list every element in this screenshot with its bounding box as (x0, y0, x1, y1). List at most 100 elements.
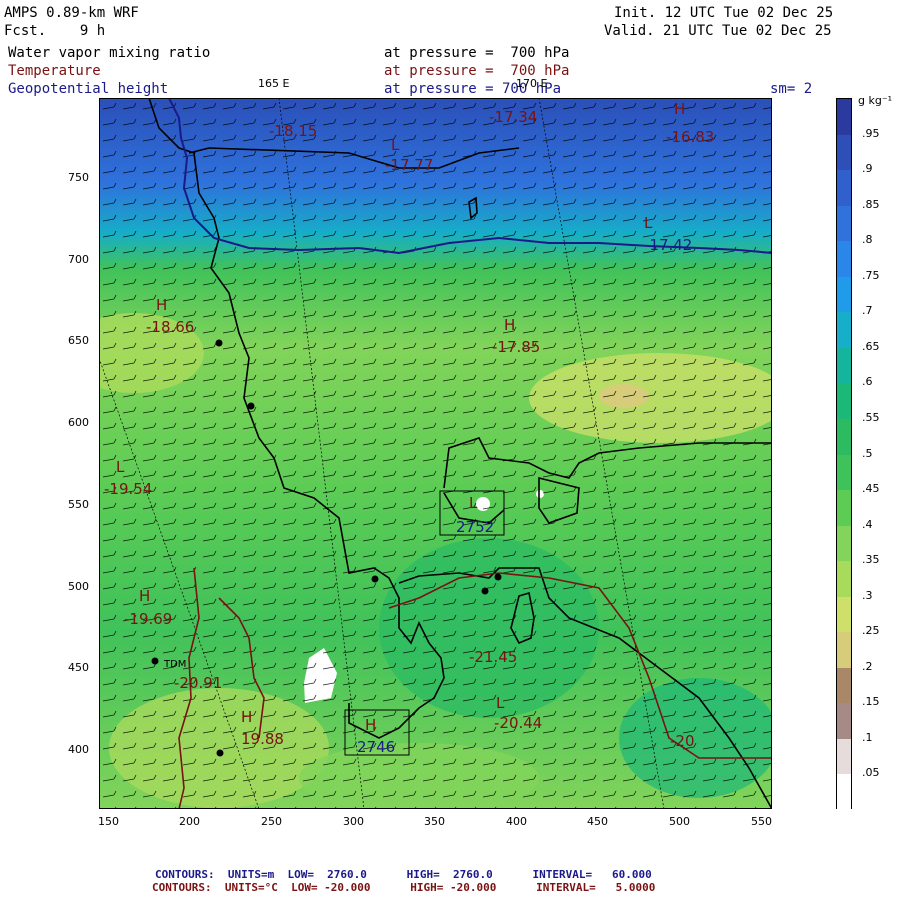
colorbar-swatch (837, 418, 851, 455)
y-tick: 750 (68, 171, 89, 184)
label-16: 2752 (456, 518, 494, 536)
colorbar-label: .6 (862, 375, 873, 389)
label-1: -18.15 (269, 122, 317, 140)
y-tick: 600 (68, 416, 89, 429)
colorbar-label: .2 (862, 659, 873, 673)
x-tick: 500 (669, 815, 690, 828)
station-dot (151, 657, 159, 665)
colorbar-swatch (837, 241, 851, 278)
colorbar-label: .65 (862, 339, 880, 353)
label-6: -16.83 (666, 128, 714, 146)
label-3: -17.77 (385, 156, 433, 174)
y-tick: 500 (68, 580, 89, 593)
label-5: H (674, 100, 685, 118)
field-1-name: Water vapor mixing ratio (8, 45, 211, 61)
y-tick: 450 (68, 661, 89, 674)
x-tick: 300 (343, 815, 364, 828)
colorbar-swatch (837, 738, 851, 775)
x-tick: 450 (587, 815, 608, 828)
colorbar-swatch (837, 596, 851, 633)
colorbar-swatch (837, 774, 851, 811)
colorbar-label: .9 (862, 162, 873, 176)
fcst-label: Fcst. (4, 23, 47, 39)
colorbar-swatch (837, 170, 851, 207)
colorbar-swatch (837, 703, 851, 740)
colorbar-label: .55 (862, 410, 880, 424)
colorbar-swatch (837, 134, 851, 171)
label-12: -17.85 (492, 338, 540, 356)
label-24: H (365, 716, 376, 734)
label-20: -20.91 (174, 674, 222, 692)
colorbar-swatch (837, 561, 851, 598)
x-tick: 400 (506, 815, 527, 828)
colorbar-label: .35 (862, 553, 880, 567)
station-dot (371, 575, 379, 583)
label-10: -18.66 (146, 318, 194, 336)
colorbar-swatch (837, 383, 851, 420)
y-tick: 650 (68, 334, 89, 347)
label-13: L (116, 458, 125, 476)
label-22: H (241, 708, 252, 726)
colorbar-label: .95 (862, 126, 880, 140)
station-dot (481, 587, 489, 595)
colorbar-label: .15 (862, 695, 880, 709)
label-15: L (469, 494, 478, 512)
y-tick: 550 (68, 498, 89, 511)
y-tick: 700 (68, 253, 89, 266)
colorbar-label: .75 (862, 268, 880, 282)
x-tick: 350 (424, 815, 445, 828)
smoothing-label: sm= 2 (770, 81, 813, 97)
colorbar-label: .8 (862, 233, 873, 247)
label-8: -17.42 (644, 236, 692, 254)
label-26: L (496, 694, 505, 712)
colorbar-label: .45 (862, 482, 880, 496)
valid-time: Valid. 21 UTC Tue 02 Dec 25 (604, 23, 832, 39)
station-dot (247, 402, 255, 410)
label-19: TDM (163, 659, 186, 670)
label-9: H (156, 296, 167, 314)
colorbar-units: g kg⁻¹ (858, 94, 893, 107)
map-panel: -18.15 L -17.77 -17.34 H -16.83 L -17.42… (99, 98, 772, 809)
lon-label-165e: 165 E (258, 77, 290, 90)
forecast-label: Fcst. 9 h (4, 22, 105, 40)
label-21: -21.45 (469, 648, 517, 666)
init-time: Init. 12 UTC Tue 02 Dec 25 (614, 5, 834, 21)
colorbar-swatch (837, 632, 851, 669)
station-dot (215, 339, 223, 347)
colorbar-label: .4 (862, 517, 873, 531)
colorbar-swatch (837, 99, 851, 136)
wind-barbs (99, 98, 772, 809)
fcst-value: 9 h (79, 23, 106, 39)
label-11: H (504, 316, 515, 334)
colorbar-label: .05 (862, 766, 880, 780)
label-17: H (139, 587, 150, 605)
x-tick: 150 (98, 815, 119, 828)
station-dot (216, 749, 224, 757)
colorbar-swatch (837, 347, 851, 384)
colorbar-label: .7 (862, 304, 873, 318)
label-25: 2746 (357, 738, 395, 756)
label-18: -19.69 (124, 610, 172, 628)
label-28: -20 (670, 732, 695, 750)
footer-temperature-contours: CONTOURS: UNITS=°C LOW= -20.000 HIGH= -2… (152, 881, 656, 894)
colorbar-swatch (837, 454, 851, 491)
field-2-name: Temperature (8, 63, 101, 79)
y-tick: 400 (68, 743, 89, 756)
colorbar-label: .25 (862, 624, 880, 638)
colorbar (836, 98, 852, 811)
x-tick: 250 (261, 815, 282, 828)
colorbar-swatch (837, 312, 851, 349)
colorbar-label: .3 (862, 588, 873, 602)
label-4: -17.34 (489, 108, 537, 126)
colorbar-label: .5 (862, 446, 873, 460)
label-27: -20.44 (494, 714, 542, 732)
field-1-level: at pressure = 700 hPa (384, 45, 570, 61)
colorbar-swatch (837, 276, 851, 313)
model-title: AMPS 0.89-km WRF (4, 5, 139, 21)
colorbar-label: .85 (862, 197, 880, 211)
field-3-name: Geopotential height (8, 81, 169, 97)
x-tick: 550 (751, 815, 772, 828)
footer-height-contours: CONTOURS: UNITS=m LOW= 2760.0 HIGH= 2760… (155, 868, 652, 881)
colorbar-swatch (837, 667, 851, 704)
label-14: -19.54 (104, 480, 152, 498)
